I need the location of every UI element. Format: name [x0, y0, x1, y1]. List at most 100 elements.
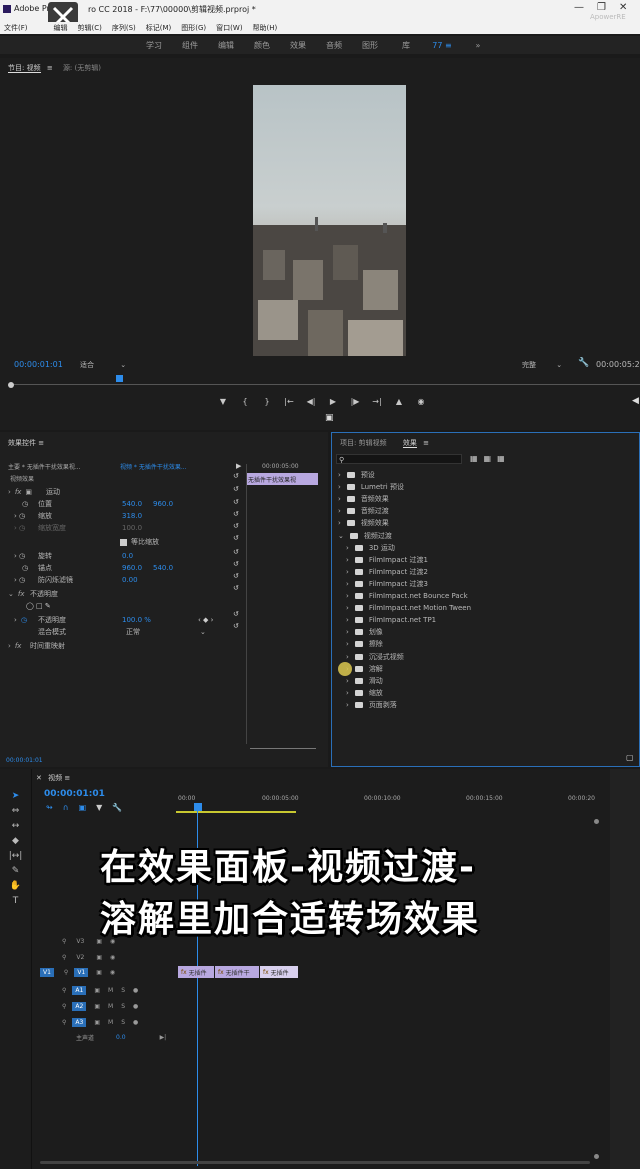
work-area-bar[interactable] [176, 811, 296, 813]
track-master[interactable]: 主声道 0.0 ▶| [36, 1031, 176, 1043]
effects-folder-item[interactable]: › 缩放 [346, 687, 383, 699]
workspace-more[interactable]: » [460, 41, 496, 50]
lift-icon[interactable]: ▲ [388, 397, 410, 406]
effects-folder-item[interactable]: › 滑动 [346, 675, 383, 687]
reset-icon[interactable]: ↺ [233, 572, 243, 584]
solo-icon[interactable]: S [121, 1019, 125, 1026]
solo-icon[interactable]: S [121, 987, 125, 994]
close-window-icon[interactable]: ✕ [619, 2, 627, 13]
chevron-right-icon[interactable]: › [338, 471, 341, 479]
restore-icon[interactable]: ❐ [597, 2, 606, 13]
chevron-right-icon[interactable]: › [346, 568, 349, 576]
sequence-clip[interactable]: 视频 * 无插件干扰效果... [120, 460, 187, 472]
quality-select[interactable]: 完整 ⌄ [522, 360, 562, 370]
tab-source[interactable]: 源: (无剪辑) [63, 64, 101, 72]
reset-icon[interactable]: ↺ [233, 584, 243, 610]
sync-icon[interactable]: ▣ [94, 987, 100, 994]
chevron-right-icon[interactable]: › [346, 701, 349, 709]
reset-icon[interactable]: ↺ [233, 560, 243, 572]
mask-shapes-icon[interactable]: ◯ □ ✎ [26, 600, 51, 612]
go-to-in-icon[interactable]: |← [278, 397, 300, 406]
rotation-toggle[interactable]: › ◷ [14, 550, 25, 562]
menu-help[interactable]: 帮助(H) [253, 23, 278, 33]
position-y[interactable]: 960.0 [153, 498, 173, 510]
blend-mode-select[interactable]: 正常 ⌄ [126, 626, 206, 638]
anchor-y[interactable]: 540.0 [153, 562, 173, 574]
tab-effects[interactable]: 效果 [402, 439, 417, 448]
effects-folder-item[interactable]: › FilmImpact 过渡2 [346, 566, 428, 578]
menu-window[interactable]: 窗口(W) [216, 23, 242, 33]
reset-icon[interactable]: ↺ [233, 622, 243, 634]
menu-edit[interactable]: 编辑 [54, 23, 68, 33]
menu-sequence[interactable]: 序列(S) [112, 23, 136, 33]
tab-program[interactable]: 节目: 视频 [8, 64, 41, 73]
effects-folder-item[interactable]: › 页面剥落 [346, 699, 397, 711]
time-remap-toggle[interactable]: › fx [8, 640, 25, 652]
timeline-timecode[interactable]: 00:00:01:01 [44, 789, 105, 799]
reset-icon[interactable]: ↺ [233, 548, 243, 560]
lock-icon[interactable]: ⚲ [62, 987, 66, 994]
camera-icon[interactable]: ◉ [410, 397, 432, 406]
reset-icon[interactable]: ↺ [233, 498, 243, 510]
chevron-right-icon[interactable]: › [346, 677, 349, 685]
tab-menu-icon[interactable]: ≡ [47, 64, 53, 72]
playhead-handle[interactable] [194, 803, 202, 811]
workspace-libraries[interactable]: 库 [388, 40, 424, 51]
step-forward-icon[interactable]: |▶ [344, 397, 366, 406]
razor-icon[interactable]: ◆ [12, 836, 19, 846]
rotation-value[interactable]: 0.0 [122, 550, 133, 562]
ec-clip-bar[interactable]: 无插件干扰效果视 [246, 473, 318, 485]
effects-search-input[interactable]: ⚲ [336, 454, 462, 464]
chevron-right-icon[interactable]: › [338, 507, 341, 515]
add-button-icon[interactable]: ▣ [325, 413, 334, 423]
chevron-right-icon[interactable]: › [338, 519, 341, 527]
menu-marker[interactable]: 标记(M) [146, 23, 172, 33]
tab-sequence[interactable]: 视频 [48, 774, 62, 782]
tab-menu-icon[interactable]: ≡ [64, 774, 70, 782]
mute-icon[interactable]: M [108, 1003, 113, 1010]
step-back-icon[interactable]: ◀| [300, 397, 322, 406]
master-value[interactable]: 0.0 [116, 1034, 126, 1041]
type-tool-icon[interactable]: T [13, 896, 19, 906]
workspace-color[interactable]: 颜色 [244, 40, 280, 51]
chevron-right-icon[interactable]: › [338, 483, 341, 491]
playhead-marker[interactable] [116, 375, 123, 382]
chevron-right-icon[interactable]: › [346, 556, 349, 564]
effects-folder-item[interactable]: › 预设 [338, 469, 375, 481]
expand-icon[interactable]: ◀ [632, 396, 639, 406]
fit-select[interactable]: 适合 ⌄ [80, 360, 126, 370]
tab-menu-icon[interactable]: ≡ [38, 439, 44, 447]
lock-icon[interactable]: ⚲ [62, 938, 66, 945]
track-v1[interactable]: V1 ⚲ V1 ▣ ◉ [36, 966, 176, 978]
eye-icon[interactable]: ◉ [110, 954, 115, 961]
lock-icon[interactable]: ⚲ [64, 969, 68, 976]
effects-folder-item[interactable]: › 3D 运动 [346, 542, 395, 554]
chevron-right-icon[interactable]: › [346, 544, 349, 552]
tab-project[interactable]: 项目: 剪辑视频 [340, 439, 387, 447]
mic-icon[interactable]: ● [133, 1019, 138, 1026]
hand-icon[interactable]: ✋ [10, 881, 21, 891]
stopwatch-icon[interactable]: ◷ [22, 498, 28, 510]
chevron-right-icon[interactable]: › [346, 616, 349, 624]
scroll-handle[interactable] [594, 819, 599, 824]
scroll-handle[interactable] [594, 1154, 599, 1159]
effects-folder-item[interactable]: ⌄ 视频过渡 [338, 530, 392, 542]
eye-icon[interactable]: ◉ [110, 969, 115, 976]
chevron-right-icon[interactable]: › [346, 580, 349, 588]
monitor-scrubber[interactable] [10, 384, 640, 385]
chevron-right-icon[interactable]: › [346, 689, 349, 697]
lock-icon[interactable]: ⚲ [62, 1019, 66, 1026]
effects-folder-item[interactable]: › 音频过渡 [338, 505, 389, 517]
effects-folder-item[interactable]: › FilmImpact.net Motion Tween [346, 602, 471, 614]
mute-icon[interactable]: M [108, 1019, 113, 1026]
reset-icon[interactable]: ↺ [233, 522, 243, 534]
go-end-icon[interactable]: ▶| [160, 1034, 167, 1041]
workspace-assembly[interactable]: 组件 [172, 40, 208, 51]
opacity-value[interactable]: 100.0 % [122, 614, 151, 626]
track-a1[interactable]: ⚲ A1 ▣ M S ● [36, 984, 176, 996]
tab-close-icon[interactable]: ✕ [36, 774, 42, 782]
scale-value[interactable]: 318.0 [122, 510, 142, 522]
pen-icon[interactable]: ✎ [12, 866, 20, 876]
menu-clip[interactable]: 剪辑(C) [78, 23, 102, 33]
keyframe-nav-icon[interactable]: ‹ ◆ › [198, 614, 213, 626]
